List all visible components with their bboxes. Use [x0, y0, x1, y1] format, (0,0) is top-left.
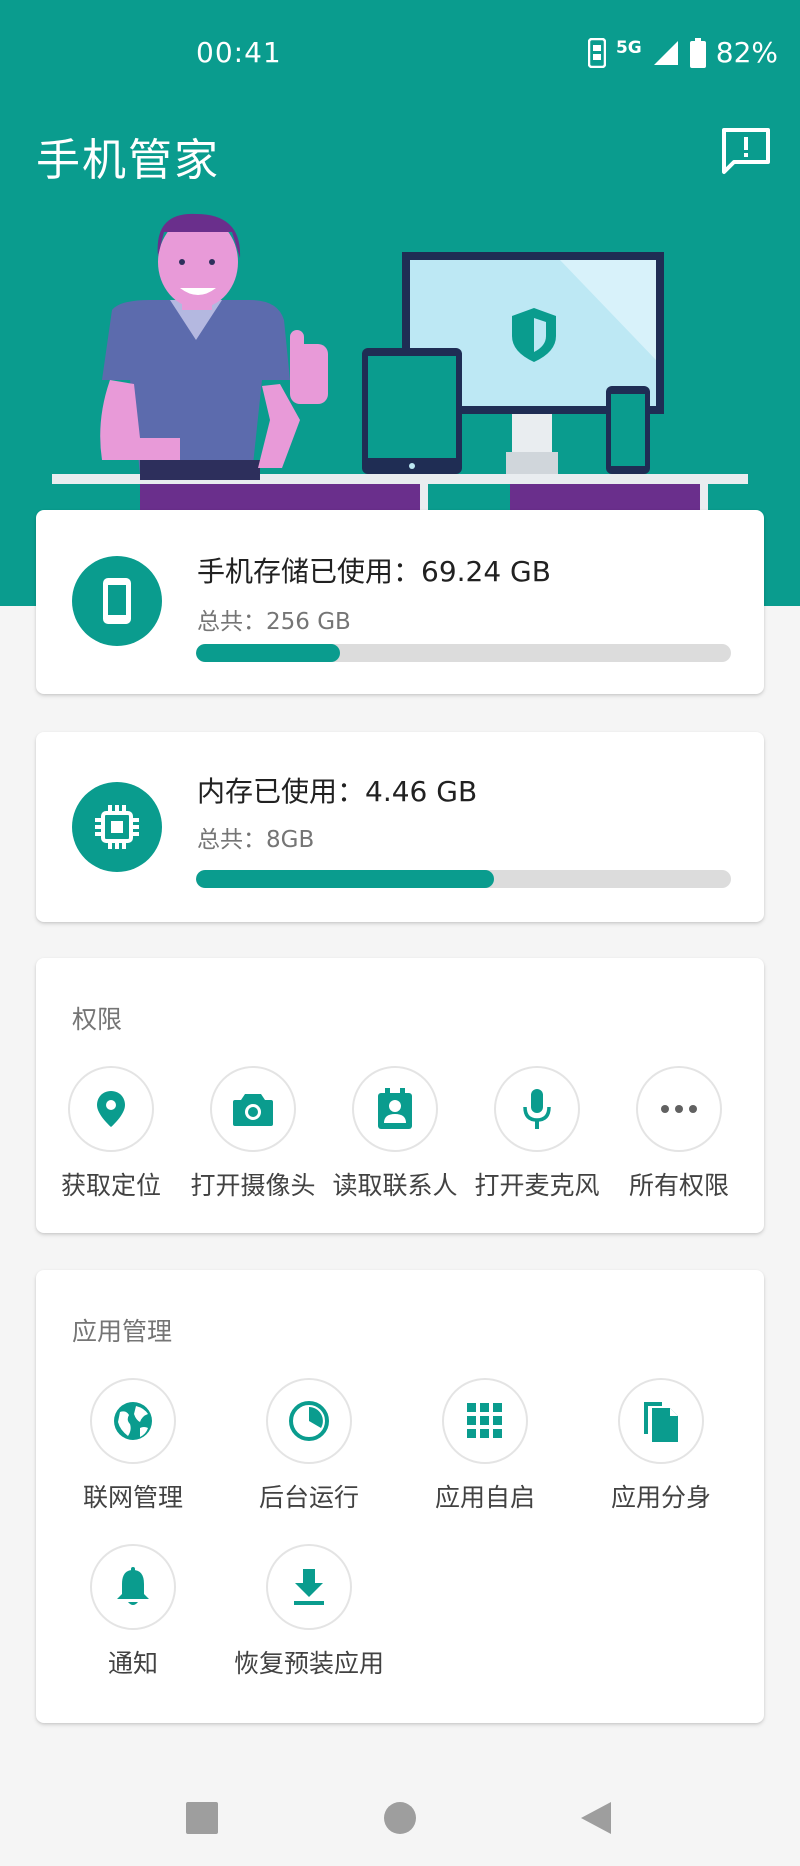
- permission-microphone[interactable]: 打开麦克风: [462, 1066, 612, 1202]
- feedback-icon: [722, 128, 770, 174]
- location-icon: [97, 1091, 125, 1127]
- permission-contacts-label: 读取联系人: [332, 1171, 458, 1200]
- app-management-section-title: 应用管理: [72, 1317, 173, 1346]
- app-network-circle: [90, 1378, 176, 1464]
- memory-card[interactable]: 内存已使用：4.46 GB 总共：8GB: [36, 732, 764, 922]
- permission-camera[interactable]: 打开摄像头: [178, 1066, 328, 1202]
- phone-icon: [103, 578, 131, 624]
- hero-illustration: [52, 213, 748, 510]
- app-notification-circle: [90, 1544, 176, 1630]
- memory-icon-badge: [72, 782, 162, 872]
- permission-location-circle: [68, 1066, 154, 1152]
- clone-icon: [644, 1402, 678, 1442]
- app-clone[interactable]: 应用分身: [586, 1378, 736, 1514]
- app-restore-circle: [266, 1544, 352, 1630]
- permission-all[interactable]: 所有权限: [604, 1066, 754, 1202]
- permission-microphone-label: 打开麦克风: [474, 1171, 600, 1200]
- app-background-circle: [266, 1378, 352, 1464]
- permission-microphone-circle: [494, 1066, 580, 1152]
- storage-used-label: 手机存储已使用：69.24 GB: [197, 555, 551, 588]
- app-autostart-label: 应用自启: [434, 1483, 535, 1512]
- app-background-run[interactable]: 后台运行: [234, 1378, 384, 1514]
- memory-total-label: 总共：8GB: [197, 827, 315, 853]
- permission-camera-label: 打开摄像头: [190, 1171, 316, 1200]
- app-clone-label: 应用分身: [610, 1483, 711, 1512]
- status-bar: 00:41 5G 82%: [0, 0, 800, 110]
- recents-button[interactable]: [172, 1788, 232, 1848]
- battery-icon: [689, 37, 706, 68]
- triangle-back-icon: [581, 1802, 611, 1834]
- app-network-management[interactable]: 联网管理: [58, 1378, 208, 1514]
- memory-used-label: 内存已使用：4.46 GB: [197, 775, 478, 808]
- background-run-icon: [289, 1401, 329, 1441]
- storage-icon-badge: [72, 556, 162, 646]
- contacts-icon: [378, 1088, 412, 1129]
- app-notification[interactable]: 通知: [58, 1544, 208, 1680]
- permission-location-label: 获取定位: [60, 1171, 161, 1200]
- status-time: 00:41: [196, 36, 282, 69]
- system-navigation-bar: [0, 1758, 800, 1866]
- permissions-card: 权限 获取定位 打开摄像头 读取联系人 打开麦克风 所有权限: [36, 958, 764, 1233]
- permission-contacts[interactable]: 读取联系人: [320, 1066, 470, 1202]
- app-network-label: 联网管理: [82, 1483, 183, 1512]
- storage-card[interactable]: 手机存储已使用：69.24 GB 总共：256 GB: [36, 510, 764, 694]
- app-autostart[interactable]: 应用自启: [410, 1378, 560, 1514]
- bell-icon: [117, 1567, 149, 1605]
- permissions-section-title: 权限: [72, 1005, 123, 1034]
- permission-all-circle: [636, 1066, 722, 1152]
- app-restore-label: 恢复预装应用: [234, 1649, 385, 1678]
- network-type: 5G: [615, 38, 642, 58]
- app-management-card: 应用管理 联网管理 后台运行 应用自启 应用分身 通知 恢复预装应用: [36, 1270, 764, 1723]
- permission-all-label: 所有权限: [628, 1171, 729, 1200]
- memory-progress-bar: [196, 870, 731, 888]
- globe-icon: [114, 1402, 152, 1440]
- app-restore-preinstalled[interactable]: 恢复预装应用: [234, 1544, 384, 1680]
- storage-total-label: 总共：256 GB: [197, 609, 351, 635]
- back-button[interactable]: [566, 1788, 626, 1848]
- sim-icon: [587, 37, 606, 68]
- battery-level: 82%: [715, 36, 778, 69]
- chip-icon: [95, 805, 139, 849]
- storage-progress-fill: [196, 644, 341, 662]
- permission-camera-circle: [210, 1066, 296, 1152]
- storage-progress-bar: [196, 644, 731, 662]
- app-autostart-circle: [442, 1378, 528, 1464]
- more-icon: [661, 1105, 697, 1113]
- permission-location[interactable]: 获取定位: [36, 1066, 186, 1202]
- circle-icon: [384, 1802, 416, 1834]
- download-icon: [294, 1569, 324, 1605]
- status-indicators: 5G 82%: [587, 36, 778, 69]
- app-background-label: 后台运行: [258, 1483, 359, 1512]
- grid-icon: [467, 1403, 502, 1438]
- camera-icon: [233, 1094, 273, 1126]
- feedback-button[interactable]: [718, 124, 774, 180]
- app-clone-circle: [618, 1378, 704, 1464]
- home-button[interactable]: [370, 1788, 430, 1848]
- signal-icon: [653, 40, 678, 65]
- square-icon: [186, 1802, 218, 1834]
- permission-contacts-circle: [352, 1066, 438, 1152]
- page-title: 手机管家: [36, 135, 220, 186]
- app-notification-label: 通知: [107, 1649, 158, 1678]
- microphone-icon: [523, 1089, 551, 1129]
- memory-progress-fill: [196, 870, 494, 888]
